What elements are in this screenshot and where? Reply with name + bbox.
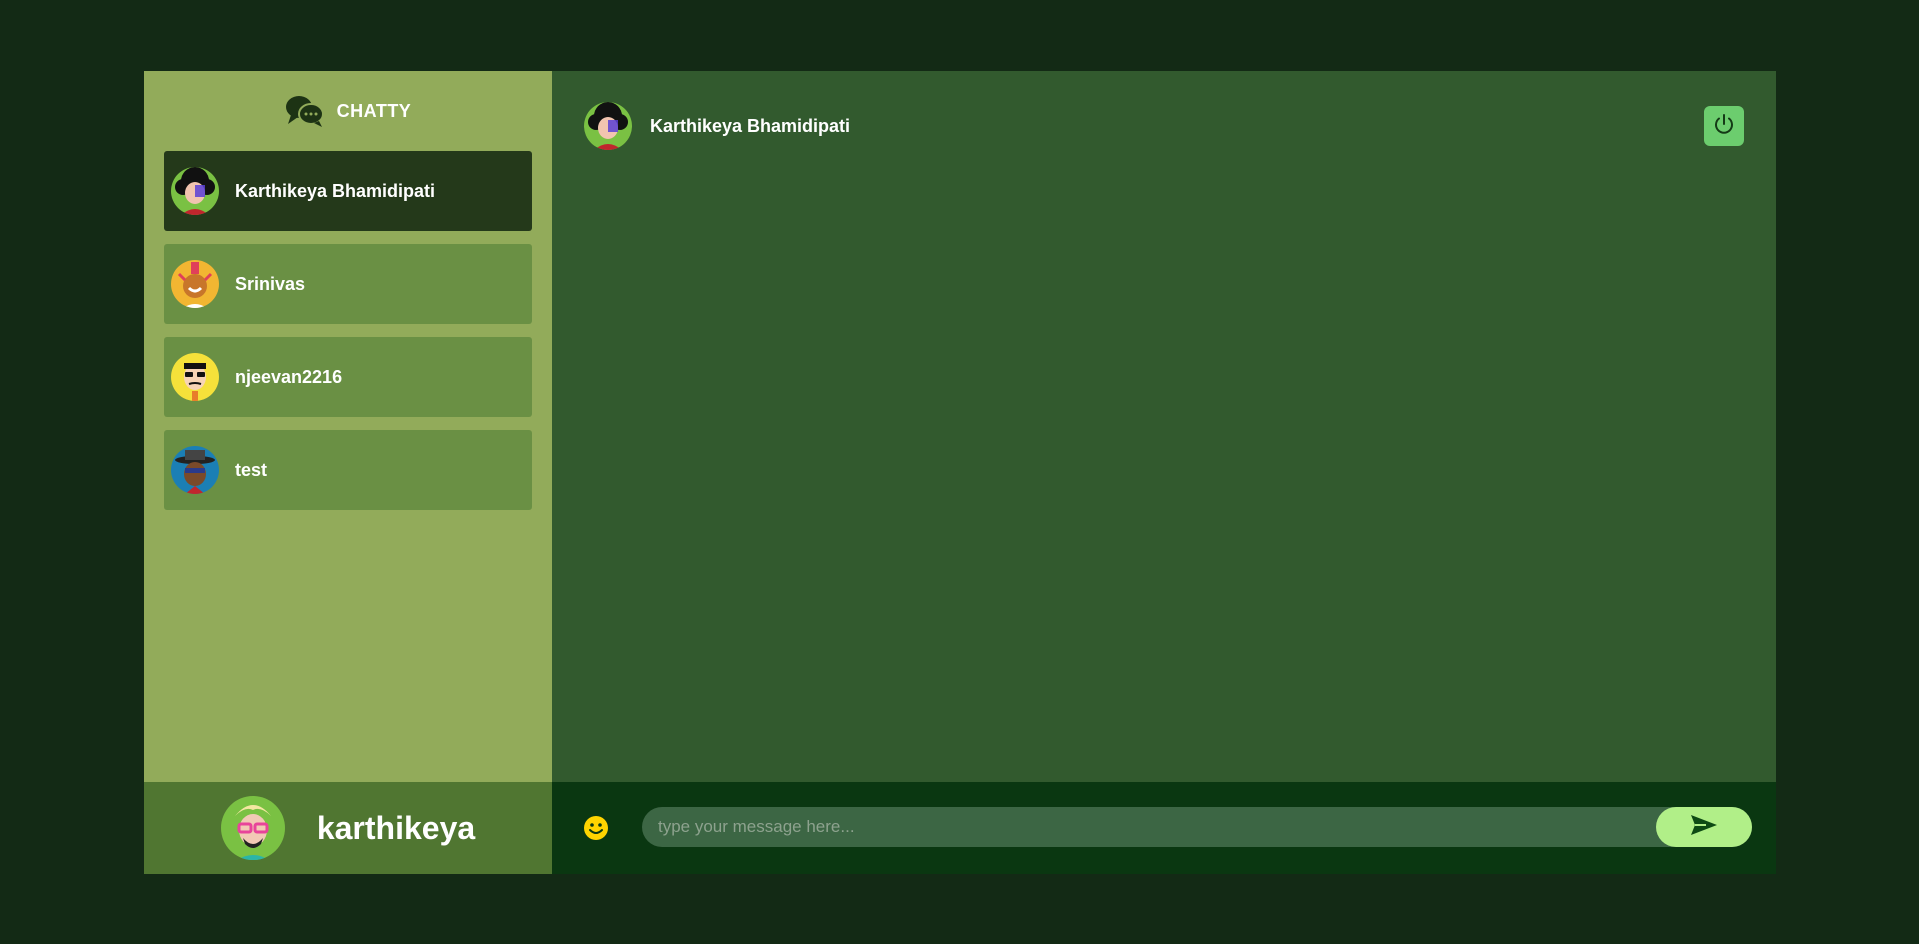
avatar [171, 446, 219, 494]
send-icon [1690, 814, 1718, 841]
avatar [220, 796, 285, 860]
sidebar: CHATTY Karthikeya Bhamidipati Srinivas n… [144, 71, 552, 874]
power-icon [1712, 112, 1736, 141]
chat-app: CHATTY Karthikeya Bhamidipati Srinivas n… [144, 71, 1776, 874]
chat-bubbles-icon [285, 94, 325, 128]
smiley-icon[interactable] [582, 814, 610, 842]
avatar [171, 167, 219, 215]
contact-name: Karthikeya Bhamidipati [235, 180, 436, 201]
contact-item[interactable]: njeevan2216 [164, 337, 532, 417]
chat-contact-name: Karthikeya Bhamidipati [650, 115, 851, 136]
avatar [171, 260, 219, 308]
brand: CHATTY [144, 71, 552, 151]
contact-item[interactable]: Karthikeya Bhamidipati [164, 151, 532, 231]
contact-name: Srinivas [235, 273, 306, 294]
avatar [171, 353, 219, 401]
message-input-bar [552, 782, 1776, 874]
avatar [584, 102, 632, 150]
chat-panel: Karthikeya Bhamidipati [552, 71, 1776, 874]
message-input[interactable] [642, 807, 1656, 847]
chat-header: Karthikeya Bhamidipati [552, 71, 1776, 181]
contact-name: test [235, 459, 268, 480]
contact-list: Karthikeya Bhamidipati Srinivas njeevan2… [144, 151, 552, 510]
contact-name: njeevan2216 [235, 366, 343, 387]
current-user-name: karthikeya [316, 809, 476, 846]
contact-item[interactable]: Srinivas [164, 244, 532, 324]
message-form [642, 807, 1752, 847]
logout-button[interactable] [1704, 106, 1744, 146]
contact-item[interactable]: test [164, 430, 532, 510]
brand-name: CHATTY [336, 100, 412, 121]
current-user-panel: karthikeya [144, 782, 552, 874]
send-button[interactable] [1656, 807, 1752, 847]
